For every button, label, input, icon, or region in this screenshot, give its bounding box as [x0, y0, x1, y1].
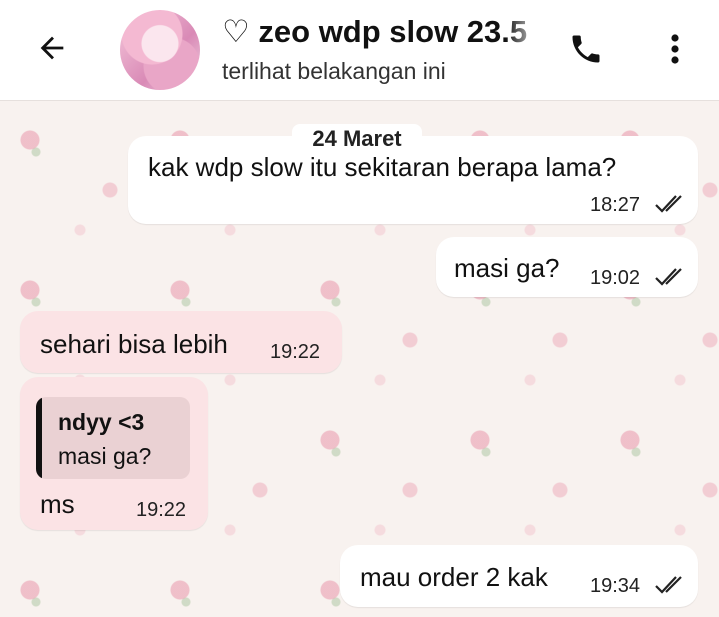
message-text: mau order 2 kak [360, 562, 548, 592]
quote-author: ndyy <3 [58, 409, 145, 435]
quote-bar [36, 397, 42, 479]
call-button[interactable] [562, 26, 610, 72]
double-check-icon [655, 576, 682, 594]
message-text: ms [40, 489, 75, 519]
message-time: 18:27 [590, 194, 641, 216]
more-vertical-icon [671, 34, 679, 64]
message-bubble-outgoing[interactable]: masi ga? 19:02 [436, 237, 698, 297]
message-bubble-incoming[interactable]: sehari bisa lebih 19:22 [20, 311, 342, 373]
message-bubble-incoming[interactable]: ndyy <3 masi ga? ms 19:22 [20, 377, 208, 530]
chat-header: ♡ zeo wdp slow 23.5 terlihat belakangan … [0, 0, 719, 101]
message-time: 19:22 [136, 499, 187, 521]
back-button[interactable] [30, 26, 74, 70]
avatar[interactable] [120, 10, 200, 90]
double-check-icon [655, 268, 682, 286]
arrow-left-icon [40, 36, 64, 60]
message-bubble-outgoing[interactable]: mau order 2 kak 19:34 [340, 545, 698, 607]
message-text: masi ga? [454, 253, 560, 283]
more-options-button[interactable] [655, 26, 695, 72]
double-check-icon [655, 195, 682, 213]
chat-title[interactable]: ♡ zeo wdp slow 23.5 [222, 14, 544, 50]
message-time: 19:22 [270, 341, 321, 363]
last-seen-status: terlihat belakangan ini [222, 58, 446, 84]
phone-icon [572, 35, 600, 63]
message-time: 19:34 [590, 575, 641, 597]
reply-quote[interactable]: ndyy <3 masi ga? [36, 397, 190, 479]
message-time: 19:02 [590, 267, 641, 289]
quote-text: masi ga? [58, 443, 152, 469]
date-separator: 24 Maret [292, 124, 422, 154]
message-text: kak wdp slow itu sekitaran berapa lama? [148, 152, 617, 182]
message-text: sehari bisa lebih [40, 329, 228, 359]
